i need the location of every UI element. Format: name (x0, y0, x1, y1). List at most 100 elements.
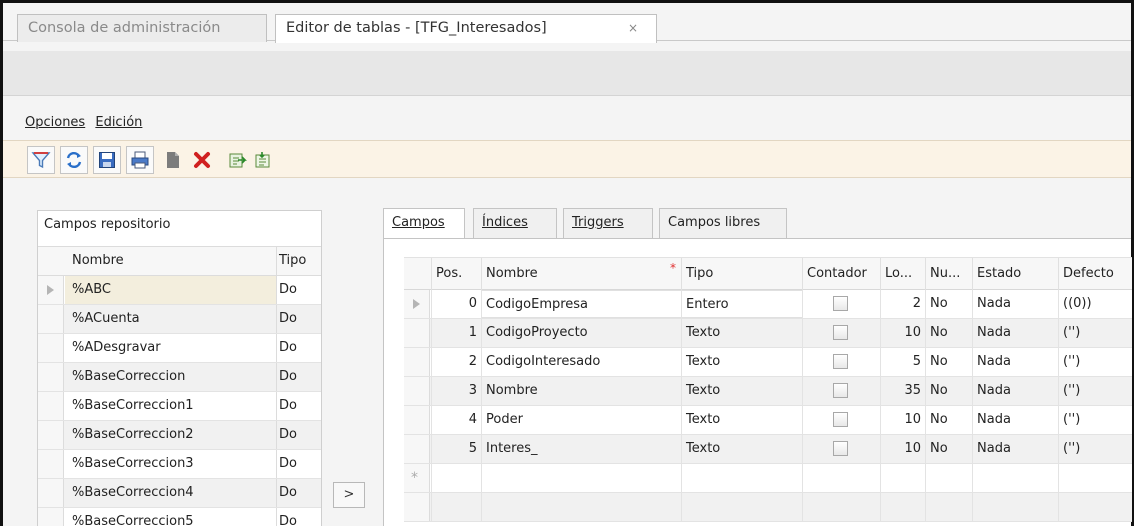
column-header-tipo[interactable]: Tipo (681, 258, 802, 290)
cell-estado[interactable]: Nada (972, 435, 1058, 463)
delete-button[interactable] (188, 146, 216, 174)
cell-nombre[interactable]: CodigoInteresado (481, 348, 681, 376)
refresh-button[interactable] (60, 146, 88, 174)
filter-button[interactable] (27, 146, 55, 174)
add-field-button[interactable]: > (333, 482, 365, 508)
cell-nombre[interactable]: Nombre (481, 377, 681, 405)
save-button[interactable] (93, 146, 121, 174)
cell-pos[interactable]: 2 (431, 348, 481, 376)
cell-tipo[interactable]: Texto (681, 406, 802, 434)
list-item[interactable]: %BaseCorreccion2 Do (38, 421, 321, 450)
cell-defecto[interactable]: ('') (1058, 348, 1132, 376)
table-row (404, 493, 1132, 522)
cell-pos[interactable]: 4 (431, 406, 481, 434)
contador-checkbox[interactable] (833, 325, 848, 340)
close-icon[interactable]: × (628, 15, 638, 41)
cell-tipo[interactable]: Texto (681, 348, 802, 376)
table-row[interactable]: 3 Nombre Texto 35 No Nada ('') (404, 377, 1132, 406)
new-row[interactable]: * (404, 464, 1132, 493)
cell-tipo[interactable]: Entero (681, 290, 802, 318)
table-row[interactable]: 5 Interes_ Texto 10 No Nada ('') (404, 435, 1132, 464)
contador-checkbox[interactable] (833, 296, 848, 311)
field-type: Do (276, 421, 321, 449)
print-button[interactable] (126, 146, 154, 174)
column-header-pos[interactable]: Pos. (431, 258, 481, 290)
list-item[interactable]: %BaseCorreccion4 Do (38, 479, 321, 508)
cell-tipo[interactable]: Texto (681, 435, 802, 463)
list-item[interactable]: %BaseCorreccion3 Do (38, 450, 321, 479)
cell-tipo[interactable]: Texto (681, 319, 802, 347)
table-row[interactable]: 1 CodigoProyecto Texto 10 No Nada ('') (404, 319, 1132, 348)
cell-nombre[interactable]: Interes_ (481, 435, 681, 463)
cell-pos[interactable]: 3 (431, 377, 481, 405)
field-type: Do (276, 508, 321, 526)
list-item[interactable]: %ABC Do (38, 276, 321, 305)
export-button[interactable] (223, 146, 251, 174)
list-item[interactable]: %BaseCorreccion Do (38, 363, 321, 392)
menu-opciones[interactable]: Opciones (25, 115, 85, 130)
cell-nulo[interactable]: No (925, 435, 972, 463)
cell-pos[interactable]: 1 (431, 319, 481, 347)
cell-nulo[interactable]: No (925, 406, 972, 434)
cell-defecto[interactable]: ('') (1058, 377, 1132, 405)
refresh-icon (66, 151, 82, 169)
cell-longitud[interactable]: 5 (880, 348, 925, 376)
cell-estado[interactable]: Nada (972, 290, 1058, 318)
cell-nombre[interactable]: CodigoEmpresa (481, 290, 681, 318)
cell-tipo[interactable]: Texto (681, 377, 802, 405)
column-header-nombre[interactable]: Nombre (481, 258, 681, 290)
cell-longitud[interactable]: 2 (880, 290, 925, 318)
list-item[interactable]: %BaseCorreccion5 Do (38, 508, 321, 526)
contador-checkbox[interactable] (833, 412, 848, 427)
tab-indices[interactable]: Índices (473, 208, 557, 238)
cell-defecto[interactable]: ((0)) (1058, 290, 1132, 318)
cell-defecto[interactable]: ('') (1058, 406, 1132, 434)
cell-nombre[interactable]: Poder (481, 406, 681, 434)
cell-pos[interactable]: 5 (431, 435, 481, 463)
column-header-tipo[interactable]: Tipo (276, 247, 321, 275)
cell-estado[interactable]: Nada (972, 348, 1058, 376)
menu-edicion[interactable]: Edición (95, 115, 142, 130)
cell-longitud[interactable]: 35 (880, 377, 925, 405)
tab-triggers[interactable]: Triggers (563, 208, 653, 238)
contador-checkbox[interactable] (833, 383, 848, 398)
cell-longitud[interactable]: 10 (880, 435, 925, 463)
import-icon (255, 152, 270, 168)
tab-consola-administracion[interactable]: Consola de administración (17, 14, 267, 42)
cell-estado[interactable]: Nada (972, 406, 1058, 434)
panel-title: Campos repositorio (44, 217, 171, 232)
contador-checkbox[interactable] (833, 354, 848, 369)
table-row[interactable]: 0 CodigoEmpresa Entero 2 No Nada ((0)) (404, 290, 1132, 319)
list-item[interactable]: %ADesgravar Do (38, 334, 321, 363)
tab-editor-tablas[interactable]: Editor de tablas - [TFG_Interesados] × (275, 14, 657, 43)
table-row[interactable]: 2 CodigoInteresado Texto 5 No Nada ('') (404, 348, 1132, 377)
cell-longitud[interactable]: 10 (880, 319, 925, 347)
cell-nulo[interactable]: No (925, 377, 972, 405)
list-item[interactable]: %BaseCorreccion1 Do (38, 392, 321, 421)
cell-nombre[interactable]: CodigoProyecto (481, 319, 681, 347)
import-button[interactable] (248, 146, 276, 174)
tab-campos-libres[interactable]: Campos libres (659, 208, 787, 238)
repository-fields-panel: Campos repositorio Nombre Tipo %ABC Do %… (37, 210, 322, 526)
column-header-defecto[interactable]: Defecto (1058, 258, 1132, 290)
cell-nulo[interactable]: No (925, 290, 972, 318)
table-row[interactable]: 4 Poder Texto 10 No Nada ('') (404, 406, 1132, 435)
cell-estado[interactable]: Nada (972, 377, 1058, 405)
column-header-nulo[interactable]: Nu... (925, 258, 972, 290)
cell-defecto[interactable]: ('') (1058, 319, 1132, 347)
field-name: %BaseCorreccion (72, 369, 186, 384)
column-header-longitud[interactable]: Lo... (880, 258, 925, 290)
column-header-contador[interactable]: Contador (802, 258, 880, 290)
tab-campos[interactable]: Campos (383, 208, 465, 239)
contador-checkbox[interactable] (833, 441, 848, 456)
cell-pos[interactable]: 0 (431, 290, 481, 318)
cell-nulo[interactable]: No (925, 319, 972, 347)
list-item[interactable]: %ACuenta Do (38, 305, 321, 334)
new-document-button[interactable] (159, 146, 187, 174)
cell-defecto[interactable]: ('') (1058, 435, 1132, 463)
column-header-nombre[interactable]: Nombre (72, 253, 124, 268)
cell-longitud[interactable]: 10 (880, 406, 925, 434)
column-header-estado[interactable]: Estado (972, 258, 1058, 290)
cell-nulo[interactable]: No (925, 348, 972, 376)
cell-estado[interactable]: Nada (972, 319, 1058, 347)
